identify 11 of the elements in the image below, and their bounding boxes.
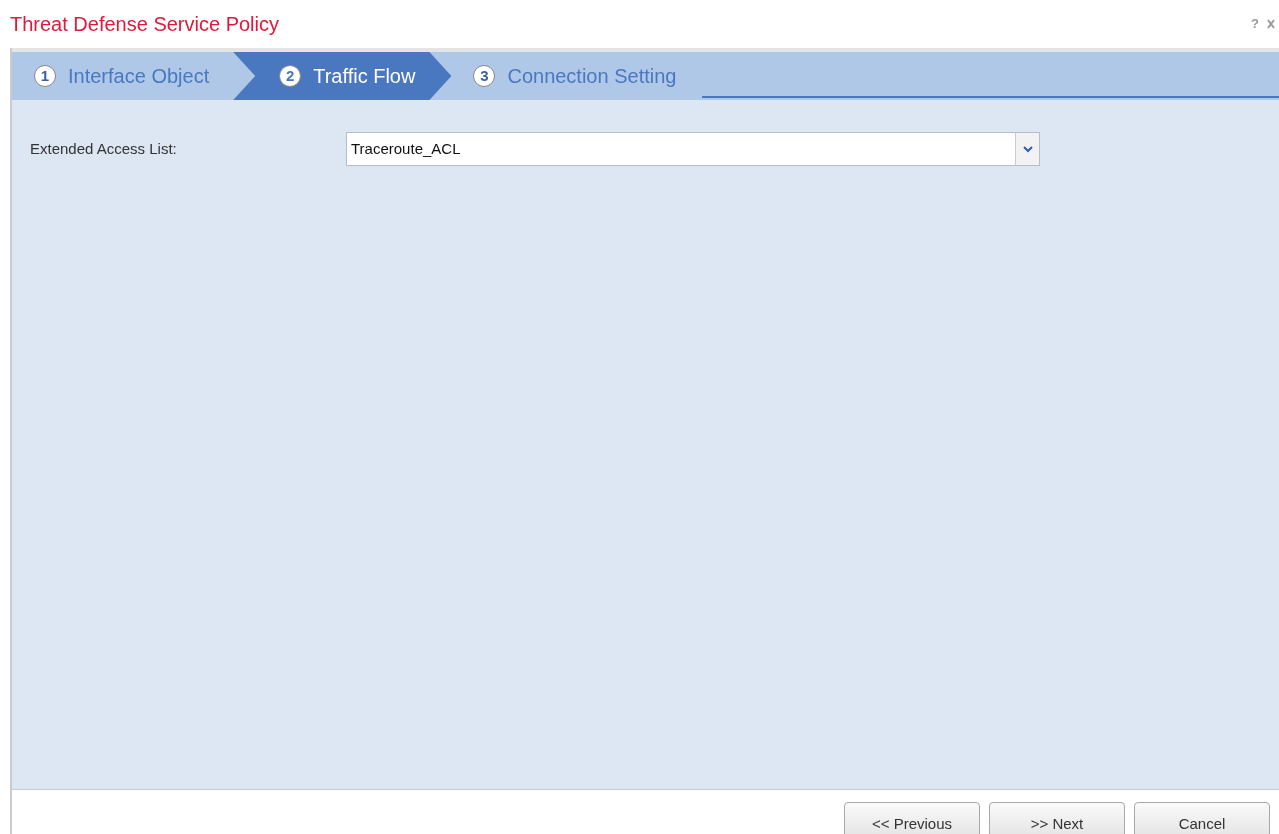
close-icon[interactable] <box>1267 18 1275 30</box>
wizard-step[interactable]: 2 Traffic Flow <box>233 52 452 100</box>
wizard-button[interactable]: >> Next <box>989 802 1125 834</box>
wizard-button[interactable]: Cancel <box>1134 802 1270 834</box>
access-list-dropdown[interactable]: Traceroute_ACL <box>346 132 1040 166</box>
wizard-button[interactable]: << Previous <box>844 802 980 834</box>
chevron-down-icon <box>1022 145 1033 153</box>
wizard-step[interactable]: 3 Connection Setting <box>451 52 703 100</box>
dialog-title: Threat Defense Service Policy <box>10 12 279 37</box>
field-label: Extended Access List: <box>30 138 178 159</box>
wizard-step[interactable]: 1 Interface Object <box>12 52 236 100</box>
